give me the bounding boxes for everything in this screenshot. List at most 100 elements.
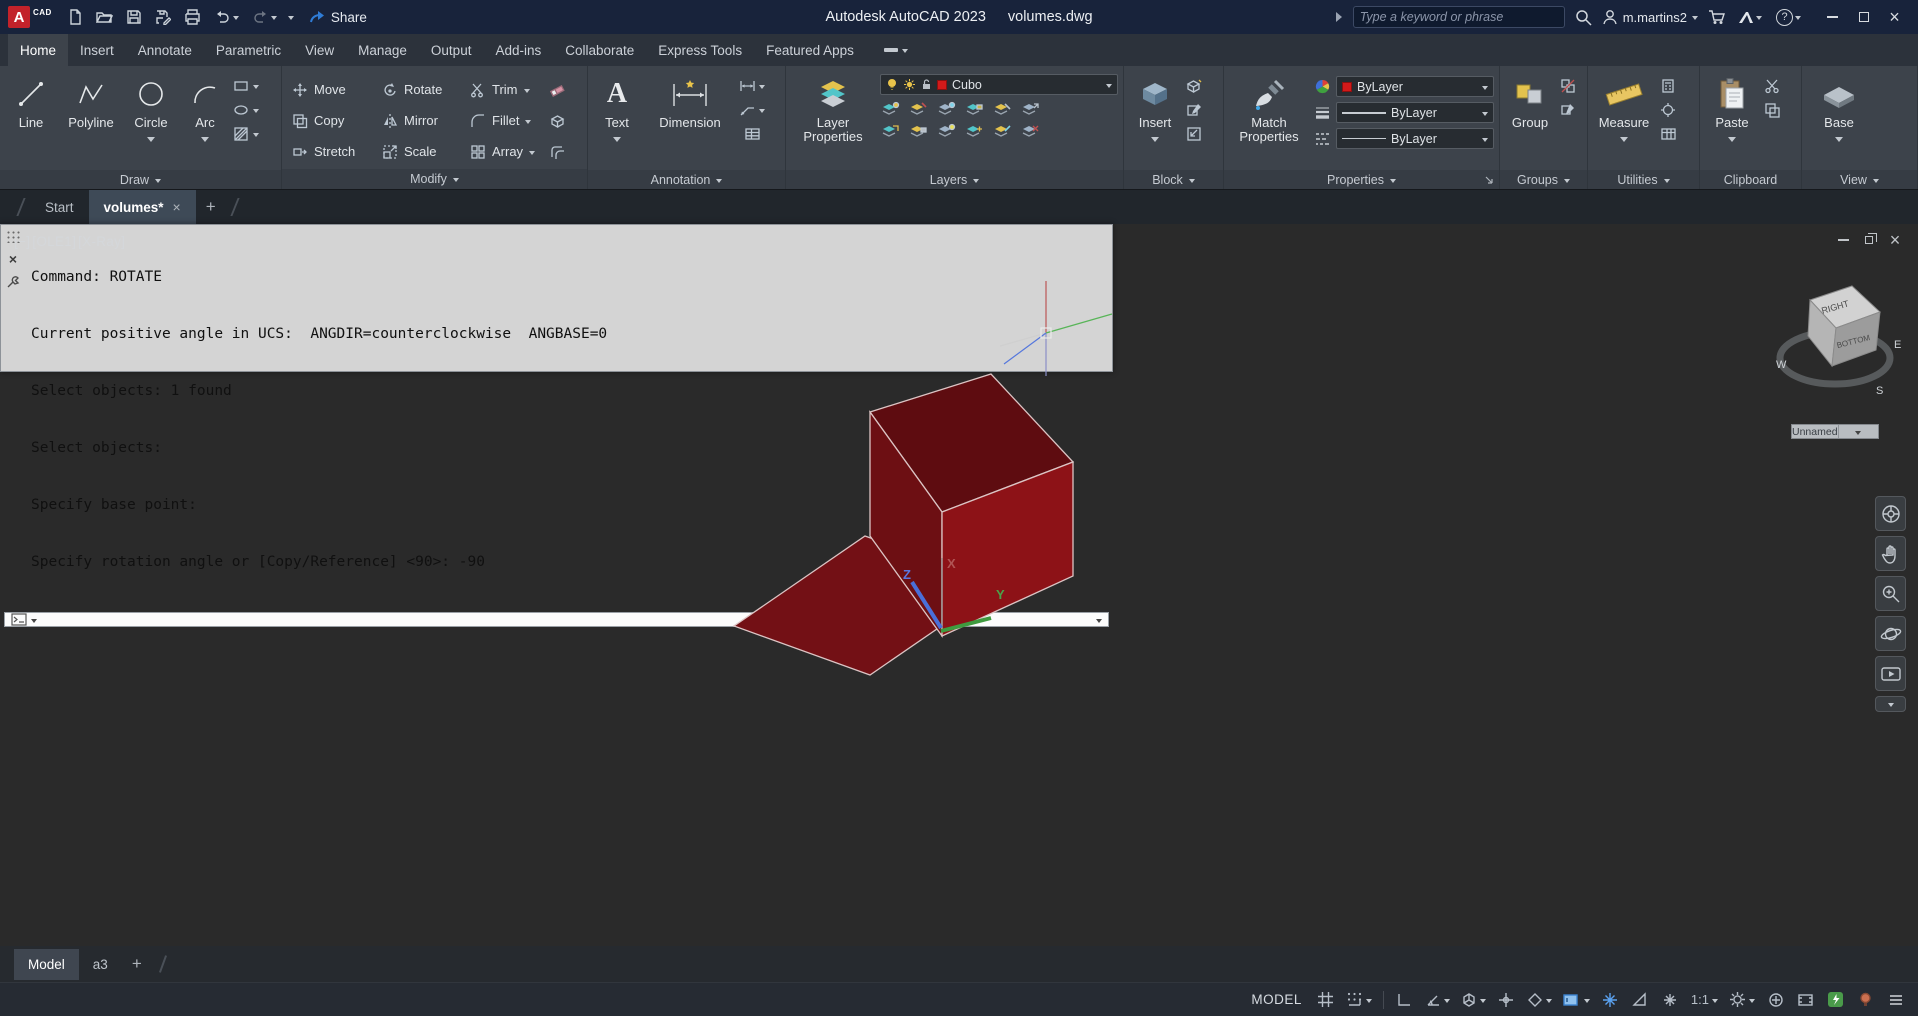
erase-button[interactable] (549, 82, 577, 98)
viewcube-west[interactable]: W (1776, 359, 1787, 371)
copy-button[interactable]: Copy (287, 113, 377, 129)
annotation-visibility-toggle[interactable] (1628, 987, 1653, 1012)
polar-tracking-toggle[interactable] (1422, 987, 1453, 1012)
insert-dropdown-icon[interactable] (1151, 137, 1159, 146)
help-button[interactable] (1774, 7, 1803, 28)
graphics-performance-toggle[interactable] (1823, 987, 1848, 1012)
qat-customize-icon[interactable] (287, 16, 294, 23)
scale-button[interactable]: Scale (377, 144, 465, 160)
panel-label-draw[interactable]: Draw (0, 170, 281, 189)
viewcube-south[interactable]: S (1876, 385, 1883, 397)
polyline-button[interactable]: Polyline (62, 70, 120, 168)
model-tab[interactable]: Model (14, 948, 79, 980)
quick-calculator-button[interactable] (1660, 78, 1677, 94)
viewcube-east[interactable]: E (1894, 339, 1901, 351)
ribbon-tab-view[interactable]: View (293, 34, 346, 66)
pan-button[interactable] (1875, 536, 1906, 571)
cart-icon[interactable] (1708, 9, 1726, 25)
account-menu[interactable]: m.martins2 (1602, 9, 1698, 25)
new-layout-button[interactable] (122, 954, 152, 974)
isolate-objects-toggle[interactable] (1853, 987, 1878, 1012)
group-button[interactable]: Group (1505, 70, 1555, 168)
create-block-button[interactable] (1186, 78, 1203, 94)
paste-dropdown-icon[interactable] (1728, 137, 1736, 146)
customization-menu-button[interactable] (1883, 987, 1908, 1012)
base-dropdown-icon[interactable] (1835, 137, 1843, 146)
layer-on-icon[interactable] (886, 78, 898, 91)
panel-label-utilities[interactable]: Utilities (1588, 170, 1699, 189)
layer-select-combo[interactable]: Cubo (880, 74, 1118, 95)
layer-state-tool[interactable] (880, 123, 900, 139)
navbar-more-icon[interactable] (1875, 696, 1906, 712)
measure-button[interactable]: Measure (1593, 70, 1655, 168)
snap-override-toggle[interactable] (1598, 987, 1623, 1012)
panel-label-properties[interactable]: Properties (1224, 170, 1499, 189)
search-icon[interactable] (1575, 9, 1592, 26)
ribbon-tab-annotate[interactable]: Annotate (126, 34, 204, 66)
offset-button[interactable] (549, 144, 577, 160)
ribbon-tab-output[interactable]: Output (419, 34, 484, 66)
zoom-button[interactable] (1875, 576, 1906, 611)
open-file-button[interactable] (94, 7, 115, 27)
ribbon-tab-express-tools[interactable]: Express Tools (646, 34, 754, 66)
save-as-button[interactable] (153, 7, 173, 27)
panel-label-annotation[interactable]: Annotation (588, 170, 785, 189)
redo-button[interactable] (250, 8, 279, 26)
expand-toolbar-icon[interactable] (1335, 11, 1343, 23)
showmotion-button[interactable] (1875, 656, 1906, 691)
ribbon-tab-insert[interactable]: Insert (68, 34, 126, 66)
ortho-toggle[interactable] (1392, 987, 1417, 1012)
base-button[interactable]: Base (1807, 70, 1871, 168)
panel-label-modify[interactable]: Modify (282, 169, 587, 189)
object-snap-tracking-toggle[interactable] (1494, 987, 1519, 1012)
ribbon-display-toggle[interactable] (876, 34, 916, 66)
table-button[interactable] (744, 126, 761, 142)
block-editor-button[interactable] (1186, 126, 1203, 142)
object-color-combo[interactable]: ByLayer (1336, 76, 1494, 97)
layer-thaw-icon[interactable] (903, 78, 916, 91)
count-button[interactable] (1660, 126, 1677, 142)
dimension-button[interactable]: Dimension (646, 70, 734, 168)
measure-dropdown-icon[interactable] (1620, 137, 1628, 146)
ungroup-button[interactable] (1560, 78, 1577, 94)
layer-merge-tool[interactable] (992, 123, 1012, 139)
copy-clip-button[interactable] (1764, 102, 1781, 118)
layer-unlock-icon[interactable] (921, 78, 932, 91)
ribbon-tab-collaborate[interactable]: Collaborate (553, 34, 646, 66)
viewcube-view-dropdown-icon[interactable] (1837, 425, 1878, 438)
paste-button[interactable]: Paste (1705, 70, 1759, 168)
redo-dropdown-icon[interactable] (270, 16, 277, 23)
text-button[interactable]: A Text (593, 70, 641, 168)
viewcube-view-name-badge[interactable]: Unnamed (1791, 424, 1879, 439)
drawing-area[interactable]: [−] [OLE1] [X-Ray] X Z Y (0, 224, 1918, 946)
ellipse-button[interactable] (233, 102, 259, 118)
lineweight-combo[interactable]: ByLayer (1336, 102, 1494, 123)
ribbon-tab-manage[interactable]: Manage (346, 34, 419, 66)
workspace-switching-button[interactable] (1726, 987, 1758, 1012)
file-tab-start[interactable]: Start (30, 190, 89, 224)
layer-unlock-tool[interactable] (908, 123, 928, 139)
grid-toggle[interactable] (1313, 987, 1338, 1012)
mirror-button[interactable]: Mirror (377, 113, 465, 129)
stretch-button[interactable]: Stretch (287, 144, 377, 160)
properties-dialog-launcher[interactable] (1484, 175, 1494, 185)
save-button[interactable] (124, 7, 144, 27)
clean-screen-toggle[interactable] (1793, 987, 1818, 1012)
autocad-logo[interactable]: A CAD (8, 6, 52, 28)
write-block-button[interactable] (1186, 102, 1203, 118)
ribbon-tab-parametric[interactable]: Parametric (204, 34, 293, 66)
annotation-autoscale-toggle[interactable] (1658, 987, 1683, 1012)
linear-dimension-button[interactable] (739, 78, 765, 94)
id-point-button[interactable] (1660, 102, 1677, 118)
layer-isolate-tool[interactable] (908, 101, 928, 117)
layer-prev-tool[interactable] (1020, 101, 1040, 117)
layer-off-tool[interactable] (880, 101, 900, 117)
search-input[interactable] (1359, 10, 1558, 24)
annotation-monitor-toggle[interactable] (1763, 987, 1788, 1012)
model-space-indicator[interactable]: MODEL (1251, 992, 1302, 1007)
linetype-combo[interactable]: ByLayer (1336, 128, 1494, 149)
trim-button[interactable]: Trim (465, 82, 549, 98)
share-button[interactable]: Share (309, 10, 367, 25)
ribbon-tab-addins[interactable]: Add-ins (483, 34, 553, 66)
fillet-button[interactable]: Fillet (465, 113, 549, 129)
